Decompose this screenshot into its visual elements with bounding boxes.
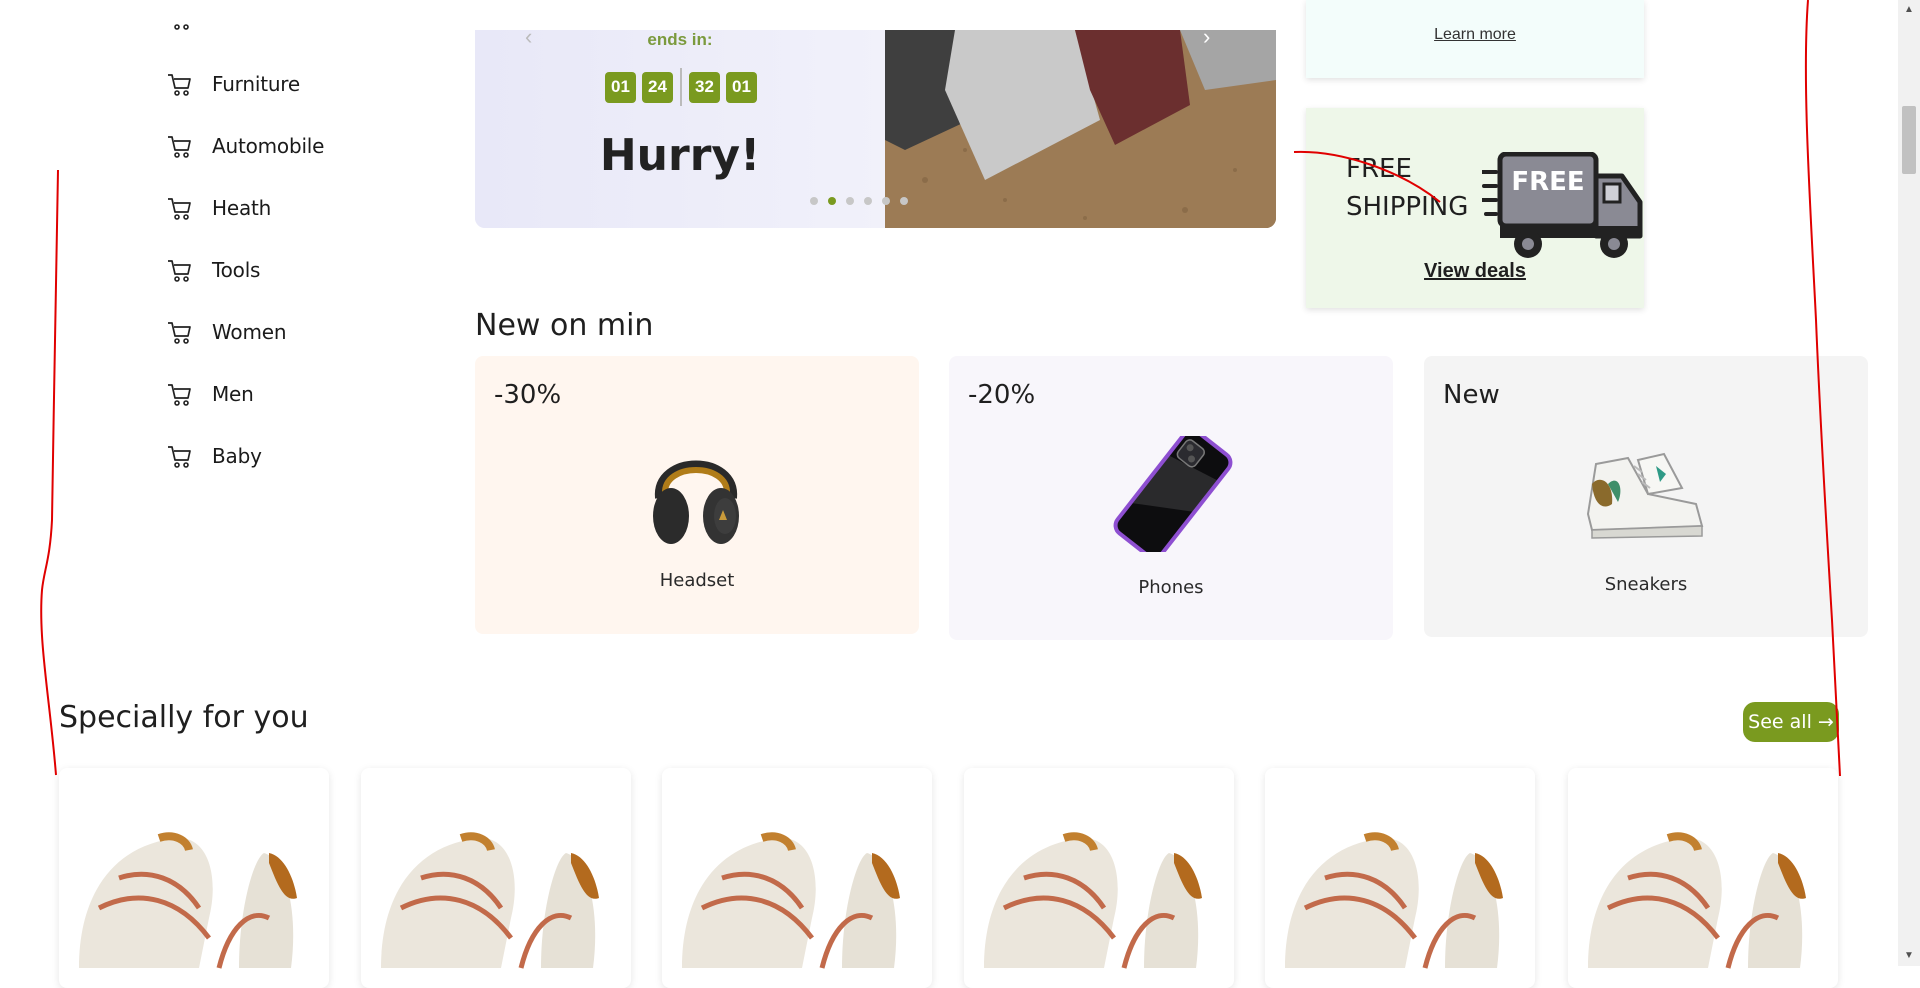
discount-badge: -30% [494,380,562,410]
category-name: Headset [659,570,735,591]
carousel-dot[interactable] [900,197,908,205]
sneaker-product-image [682,832,900,969]
see-all-button[interactable]: See all → [1743,702,1839,742]
product-card[interactable] [662,768,932,988]
sidebar-item-tools[interactable]: Tools [166,250,260,290]
delivery-truck-icon: FREE [1482,152,1643,258]
category-card-phones[interactable]: -20% Phones [949,356,1393,640]
hero-laptops-image: › [885,30,1276,228]
sidebar-item-label: Men [212,382,254,406]
category-card-sneakers[interactable]: New Sneakers [1424,356,1868,637]
sidebar-item-men[interactable]: Men [166,374,254,414]
learn-more-link[interactable]: Learn more [1306,26,1644,44]
timer-seconds: 01 [726,71,757,103]
sidebar-item-label: Automobile [212,134,325,158]
category-card-headset[interactable]: -30% Headset [475,356,919,634]
timer-minutes: 32 [689,71,720,103]
cart-icon [168,198,191,220]
timer-hours: 24 [642,71,673,103]
carousel-dot[interactable] [882,197,890,205]
section-title-new-on-min: New on min [475,308,654,343]
carousel-dot[interactable] [810,197,818,205]
sidebar-item-furniture[interactable]: Furniture [166,64,300,104]
discount-badge: -20% [968,380,1036,410]
sidebar-item-label: Tools [212,258,261,282]
section-title-specially-for-you: Specially for you [59,700,309,735]
sneakers-icon [1586,452,1704,539]
product-card[interactable] [964,768,1234,988]
countdown-timer: 01 24 32 01 [605,68,757,106]
truck-free-text: FREE [1511,167,1584,197]
product-card[interactable] [361,768,631,988]
sidebar-item-label: Heath [212,196,272,220]
headset-icon [653,460,739,544]
sidebar-item-automobile[interactable]: Automobile [166,126,324,166]
sidebar-item-baby[interactable]: Baby [166,436,262,476]
promo-card-free-shipping: FREE SHIPPING FREE View deals [1306,108,1644,308]
next-arrow-icon[interactable]: › [1203,30,1223,49]
timer-separator [680,68,682,106]
scrollbar-thumb[interactable] [1902,106,1916,174]
sneaker-product-image [79,832,297,969]
timer-days: 01 [605,71,636,103]
carousel-dot-active[interactable] [828,197,836,205]
view-deals-link[interactable]: View deals [1306,260,1644,283]
sidebar-item-label: Baby [212,444,262,468]
cart-icon [168,446,191,468]
scroll-up-arrow-icon[interactable]: ▲ [1904,4,1914,15]
sidebar-item-heath[interactable]: Heath [166,188,271,228]
new-badge: New [1443,380,1500,410]
cart-icon [168,384,191,406]
cart-icon [166,18,192,38]
vertical-scrollbar[interactable]: ▲ ▼ [1898,0,1920,966]
promo-card-learn-more: Learn more [1306,0,1644,78]
sidebar-item-women[interactable]: Women [166,312,287,352]
sneaker-product-image [1588,832,1806,969]
sidebar-item-label: Women [212,320,287,344]
sneaker-product-image [984,832,1202,969]
cart-icon [168,322,191,344]
prev-arrow-icon[interactable]: ‹ [525,30,545,49]
product-card[interactable] [1568,768,1838,988]
free-shipping-line1: FREE [1346,154,1412,184]
sidebar-item-label: Furniture [212,72,300,96]
product-card[interactable] [1265,768,1535,988]
free-shipping-line2: SHIPPING [1346,192,1469,222]
category-name: Phones [1138,577,1204,598]
scroll-down-arrow-icon[interactable]: ▼ [1904,950,1914,961]
cart-icon [168,260,191,282]
free-shipping-heading: FREE SHIPPING [1346,150,1468,226]
carousel-dots [810,197,908,205]
sneaker-product-image [381,832,599,969]
cart-icon [168,136,191,158]
product-card[interactable] [59,768,329,988]
hero-headline: Hurry! [599,130,761,181]
cart-icon [168,74,191,96]
sneaker-product-image [1285,832,1503,969]
hero-carousel[interactable]: ends in: 01 24 32 01 Hurry! ‹ › [475,30,1276,228]
carousel-dot[interactable] [846,197,854,205]
phone-icon [1113,436,1233,552]
category-name: Sneakers [1604,574,1688,595]
carousel-dot[interactable] [864,197,872,205]
